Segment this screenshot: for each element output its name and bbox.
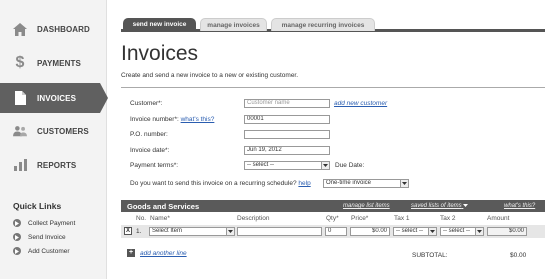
- quick-link-collect-payment[interactable]: Collect Payment: [13, 219, 75, 227]
- page-title: Invoices: [121, 42, 199, 65]
- tax1-select[interactable]: -- select --: [393, 227, 437, 236]
- item-qty-input[interactable]: 0: [325, 227, 347, 236]
- document-icon: [13, 91, 27, 105]
- sidebar-item-customers[interactable]: CUSTOMERS: [0, 116, 100, 146]
- sidebar-item-invoices[interactable]: INVOICES: [0, 83, 108, 113]
- chevron-down-icon: [475, 228, 483, 235]
- chevron-down-icon: [428, 228, 436, 235]
- invoice-number-label-text: Invoice number*:: [130, 116, 179, 123]
- goods-title: Goods and Services: [127, 202, 200, 211]
- tax2-select[interactable]: -- select --: [440, 227, 484, 236]
- invoice-date-label: Invoice date*:: [130, 147, 170, 154]
- sidebar-item-label: PAYMENTS: [37, 58, 81, 68]
- customer-input[interactable]: Customer name: [244, 99, 330, 108]
- add-another-line-link[interactable]: add another line: [140, 250, 187, 257]
- main-content: send new invoice manage invoices manage …: [107, 0, 553, 279]
- sidebar: DASHBOARD $ PAYMENTS INVOICES CUSTOMERS …: [0, 0, 108, 279]
- subtotal-value: $0.00: [510, 252, 527, 259]
- quick-link-add-customer[interactable]: Add Customer: [13, 247, 70, 255]
- page-description: Create and send a new invoice to a new o…: [121, 72, 299, 79]
- col-no: No.: [136, 215, 147, 222]
- add-another-line[interactable]: + add another line: [127, 249, 187, 257]
- divider: [121, 87, 545, 88]
- sidebar-item-label: INVOICES: [37, 93, 77, 103]
- dollar-icon: $: [15, 54, 25, 71]
- po-number-input[interactable]: [244, 130, 330, 139]
- quick-links-title: Quick Links: [13, 201, 62, 211]
- recurring-select[interactable]: One-time invoice: [323, 179, 409, 188]
- tab-send-new-invoice[interactable]: send new invoice: [123, 18, 196, 31]
- arrow-right-icon: [13, 233, 21, 241]
- item-amount: $0.00: [487, 227, 527, 236]
- subtotal-label: SUBTOTAL:: [412, 252, 448, 259]
- manage-list-items-link[interactable]: manage list items: [343, 203, 390, 209]
- tax2-value: -- select --: [443, 228, 470, 234]
- tab-manage-invoices[interactable]: manage invoices: [200, 18, 267, 31]
- remove-row-button[interactable]: X: [124, 227, 132, 235]
- invoice-date-input[interactable]: Jun 19, 2012: [244, 146, 330, 155]
- sidebar-item-dashboard[interactable]: DASHBOARD: [0, 14, 100, 44]
- col-tax1: Tax 1: [394, 215, 410, 222]
- recurring-question: Do you want to send this invoice on a re…: [130, 180, 311, 187]
- tab-manage-recurring-invoices[interactable]: manage recurring invoices: [271, 18, 375, 31]
- sidebar-item-payments[interactable]: $ PAYMENTS: [0, 48, 100, 78]
- col-qty: Qty*: [326, 215, 339, 222]
- item-name-select[interactable]: Select Item: [149, 227, 235, 236]
- col-tax2: Tax 2: [440, 215, 456, 222]
- sidebar-item-reports[interactable]: REPORTS: [0, 150, 100, 180]
- saved-lists-text: saved lists of items: [411, 203, 462, 209]
- sidebar-item-label: REPORTS: [37, 160, 77, 170]
- users-icon: [13, 124, 27, 138]
- tab-bar: send new invoice manage invoices manage …: [121, 16, 545, 32]
- arrow-right-icon: [13, 247, 21, 255]
- saved-lists-link[interactable]: saved lists of items: [411, 203, 469, 209]
- recurring-value: One-time invoice: [326, 180, 372, 186]
- whats-this-link[interactable]: what's this?: [181, 116, 215, 123]
- arrow-right-icon: [13, 219, 21, 227]
- item-description-input[interactable]: [237, 227, 322, 236]
- chevron-down-icon: [400, 180, 408, 187]
- col-price: Price*: [351, 215, 369, 222]
- chevron-down-icon: [226, 228, 234, 235]
- help-link[interactable]: help: [298, 180, 310, 187]
- tax1-value: -- select --: [396, 228, 423, 234]
- goods-whats-this-link[interactable]: what's this?: [504, 203, 535, 209]
- plus-icon: +: [127, 249, 135, 257]
- sidebar-item-label: CUSTOMERS: [37, 126, 89, 136]
- item-name-value: Select Item: [152, 228, 183, 234]
- item-price-input[interactable]: $0.00: [350, 227, 390, 236]
- quick-link-send-invoice[interactable]: Send Invoice: [13, 233, 66, 241]
- quick-link-label: Add Customer: [28, 247, 70, 255]
- payment-terms-value: -- select --: [247, 162, 274, 168]
- sidebar-item-label: DASHBOARD: [37, 24, 90, 34]
- col-name: Name*: [150, 215, 170, 222]
- invoice-number-label: Invoice number*: what's this?: [130, 116, 214, 123]
- col-description: Description: [237, 215, 270, 222]
- customer-label: Customer*:: [130, 100, 163, 107]
- bar-chart-icon: [13, 158, 27, 172]
- chevron-down-icon: [321, 162, 329, 169]
- due-date-label: Due Date:: [335, 162, 365, 169]
- quick-link-label: Send Invoice: [28, 233, 66, 241]
- invoice-number-input[interactable]: 00001: [244, 115, 330, 124]
- payment-terms-select[interactable]: -- select --: [244, 161, 330, 170]
- add-new-customer-link[interactable]: add new customer: [334, 100, 387, 107]
- chevron-down-icon: [463, 203, 469, 209]
- home-icon: [13, 22, 27, 36]
- payment-terms-label: Payment terms*:: [130, 162, 179, 169]
- col-amount: Amount: [487, 215, 510, 222]
- quick-link-label: Collect Payment: [28, 219, 76, 227]
- row-number: 1.: [136, 228, 142, 235]
- goods-header: Goods and Services manage list items sav…: [121, 200, 545, 212]
- recurring-question-text: Do you want to send this invoice on a re…: [130, 180, 297, 187]
- po-number-label: P.O. number:: [130, 131, 168, 138]
